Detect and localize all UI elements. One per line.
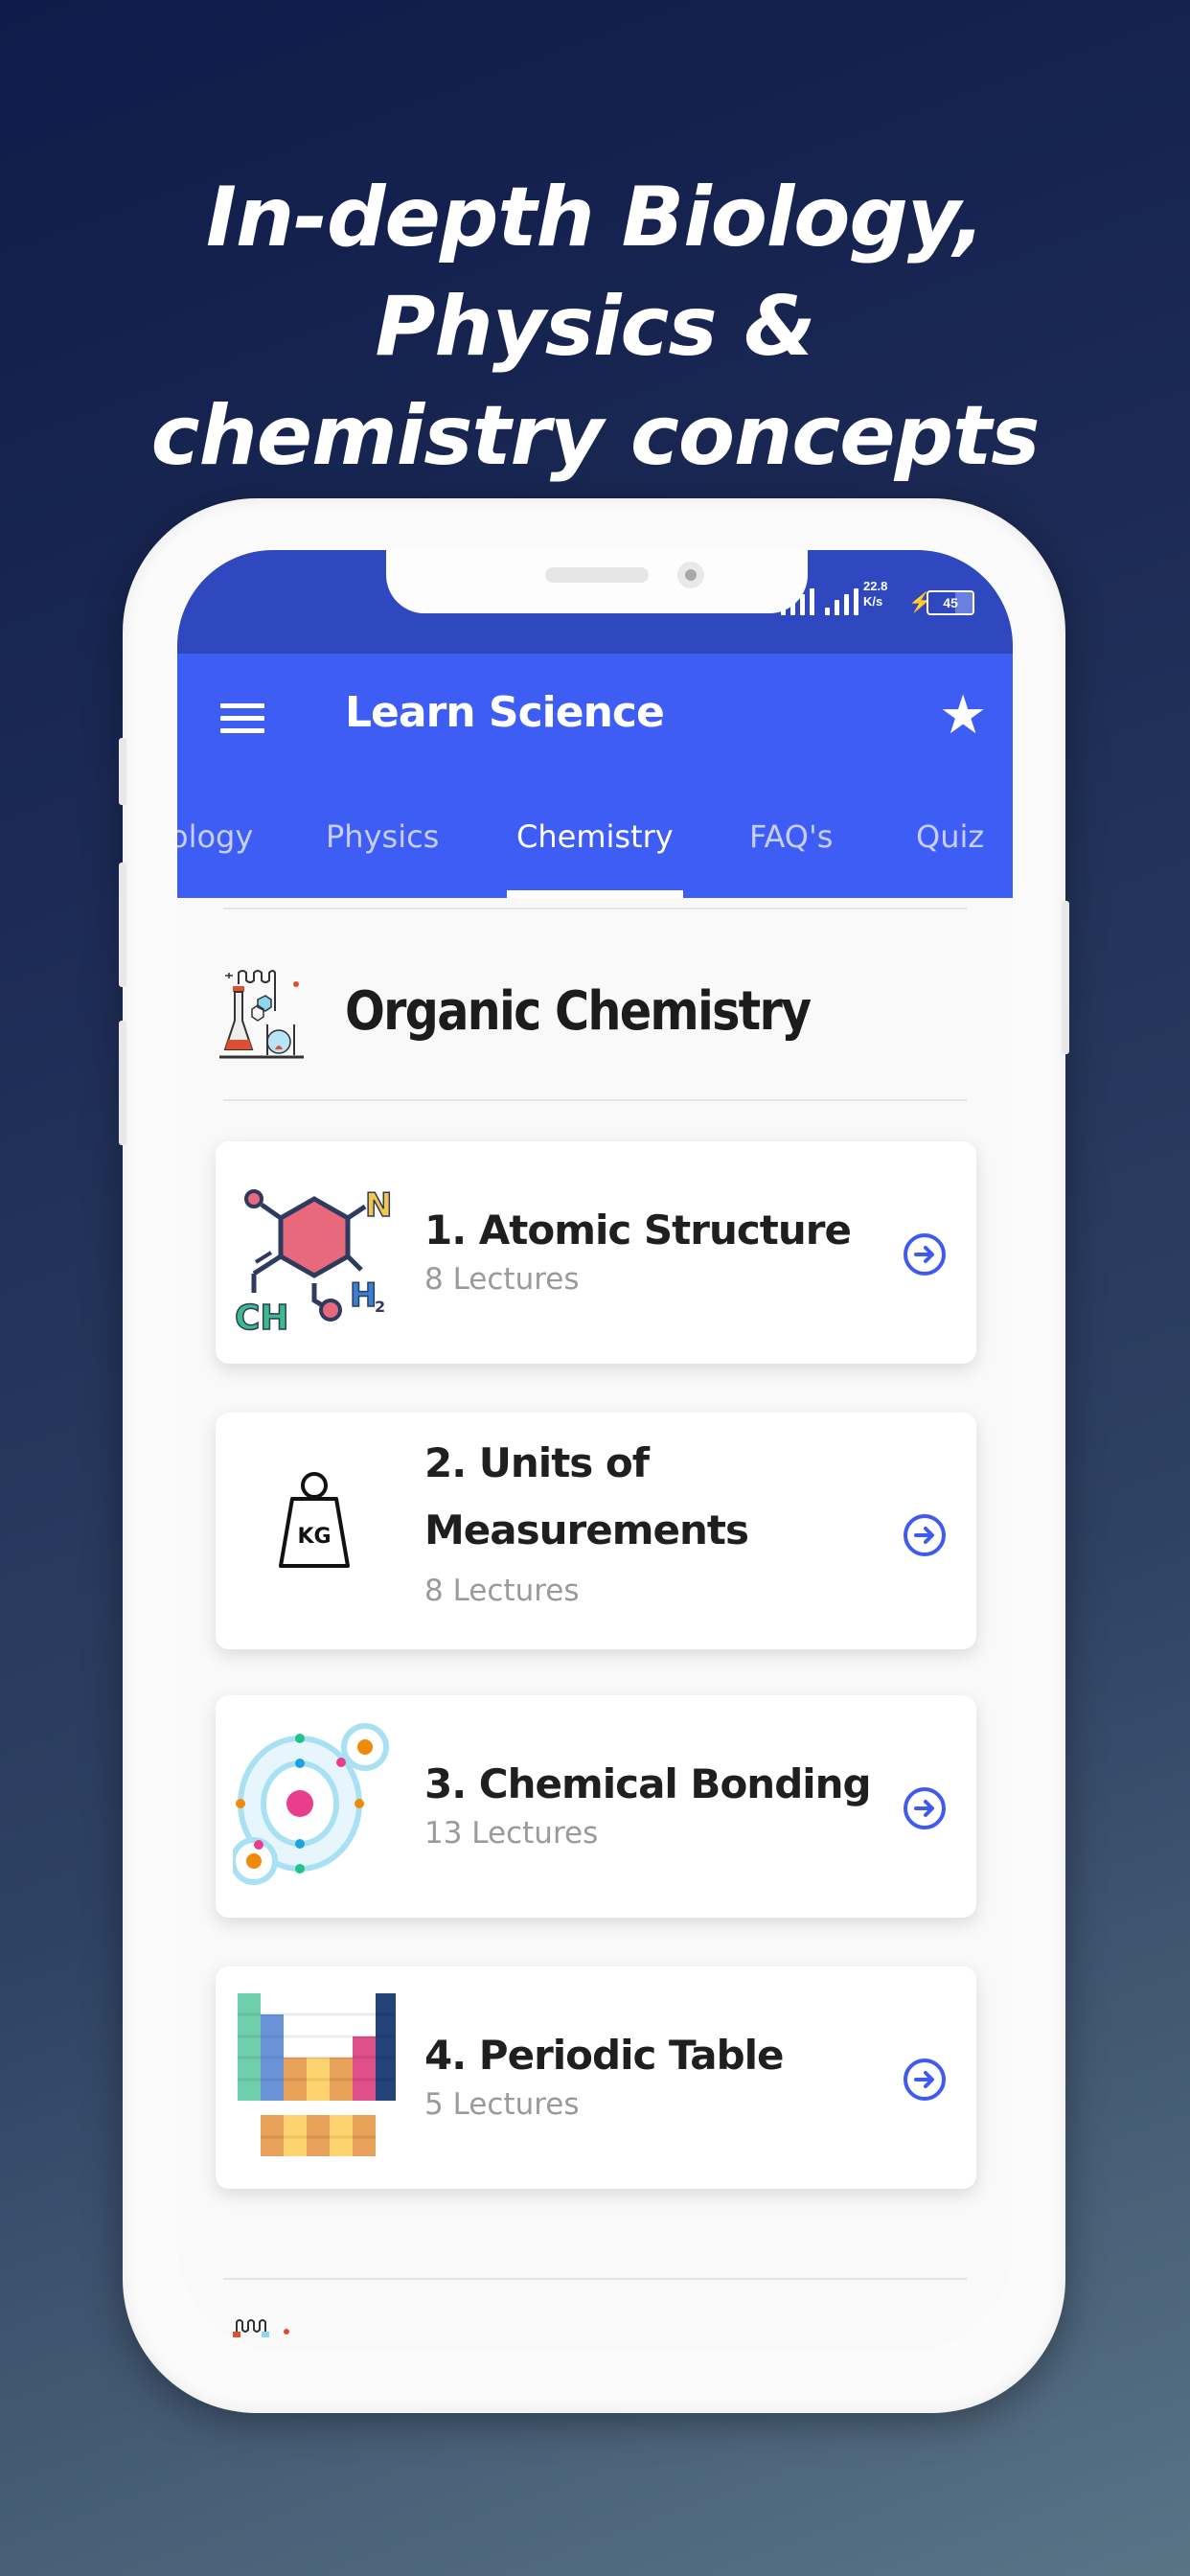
lab-flask-icon [233,2319,289,2337]
svg-text:2: 2 [375,1298,385,1316]
battery-level: 45 [943,595,958,610]
active-tab-indicator [507,890,683,898]
topic-lecture-count: 8 Lectures [424,1262,580,1297]
topic-card[interactable]: 4. Periodic Table 5 Lectures [216,1966,976,2189]
app-screen: 22.8 K/s ⚡ 45 Learn Science ★ ology Phys… [177,550,1013,2352]
headline-line-1: In-depth Biology, [206,170,985,265]
promo-headline: In-depth Biology, Physics & chemistry co… [0,163,1190,491]
tab-chemistry[interactable]: Chemistry [516,818,674,855]
divider [223,1099,967,1101]
arrow-right-circle-icon[interactable] [902,2057,948,2103]
topic-card[interactable]: 3. Chemical Bonding 13 Lectures [216,1695,976,1918]
phone-volume-up [119,862,126,987]
signal-icon [781,586,858,615]
topic-title-line-2: Measurements [424,1506,749,1553]
svg-text:CH: CH [235,1299,289,1333]
phone-notch [386,550,808,613]
svg-text:KG: KG [297,1525,331,1549]
speaker-grille [545,567,649,583]
topic-title: 4. Periodic Table [424,2032,785,2079]
molecule-icon: N H 2 CH [234,1185,393,1333]
arrow-right-circle-icon[interactable] [902,1231,948,1277]
tab-biology[interactable]: ology [177,818,253,855]
star-icon[interactable]: ★ [939,688,987,742]
tab-faqs[interactable]: FAQ's [749,818,833,855]
network-speed-value: 22.8 [863,579,888,593]
divider [223,908,967,909]
section-title: Organic Chemistry [345,980,812,1043]
network-speed: 22.8 K/s [863,579,887,610]
subject-tabs: ology Physics Chemistry FAQ's Quiz [177,797,1013,898]
topic-title: 3. Chemical Bonding [424,1760,872,1807]
topic-lecture-count: 8 Lectures [424,1574,580,1608]
topic-title: 1. Atomic Structure [424,1207,852,1254]
app-bar: Learn Science ★ ology Physics Chemistry … [177,654,1013,898]
front-camera [677,562,704,588]
topic-title-line-1: 2. Units of [424,1439,650,1486]
svg-text:H: H [350,1276,377,1315]
headline-line-2: Physics & [375,279,815,375]
app-title: Learn Science [345,688,665,737]
phone-side-button [119,738,126,805]
atom-bond-icon [233,1723,389,1885]
status-bar: 22.8 K/s ⚡ 45 [177,550,1013,654]
battery-icon: 45 [927,590,974,615]
periodic-table-icon [238,1993,396,2156]
network-speed-unit: K/s [863,594,883,609]
tab-physics[interactable]: Physics [326,818,439,855]
topic-lecture-count: 5 Lectures [424,2087,580,2122]
section-header: Organic Chemistry [216,965,963,1070]
divider [223,2278,967,2280]
phone-power-button [1062,901,1069,1054]
headline-line-3: chemistry concepts [150,388,1041,484]
phone-volume-down [119,1021,126,1145]
topic-lecture-count: 13 Lectures [424,1816,599,1851]
phone-mockup: 22.8 K/s ⚡ 45 Learn Science ★ ology Phys… [119,498,1069,2413]
arrow-right-circle-icon[interactable] [902,1512,948,1558]
topic-card[interactable]: N H 2 CH 1. Atomic Structure 8 Lectures [216,1141,976,1364]
arrow-right-circle-icon[interactable] [902,1785,948,1831]
tab-quiz[interactable]: Quiz [916,818,984,855]
svg-text:N: N [365,1186,392,1225]
hamburger-menu-icon[interactable] [220,703,264,736]
lab-flask-icon [219,970,304,1059]
kg-weight-icon: KG [279,1472,350,1568]
topic-card[interactable]: KG 2. Units of Measurements 8 Lectures [216,1413,976,1649]
